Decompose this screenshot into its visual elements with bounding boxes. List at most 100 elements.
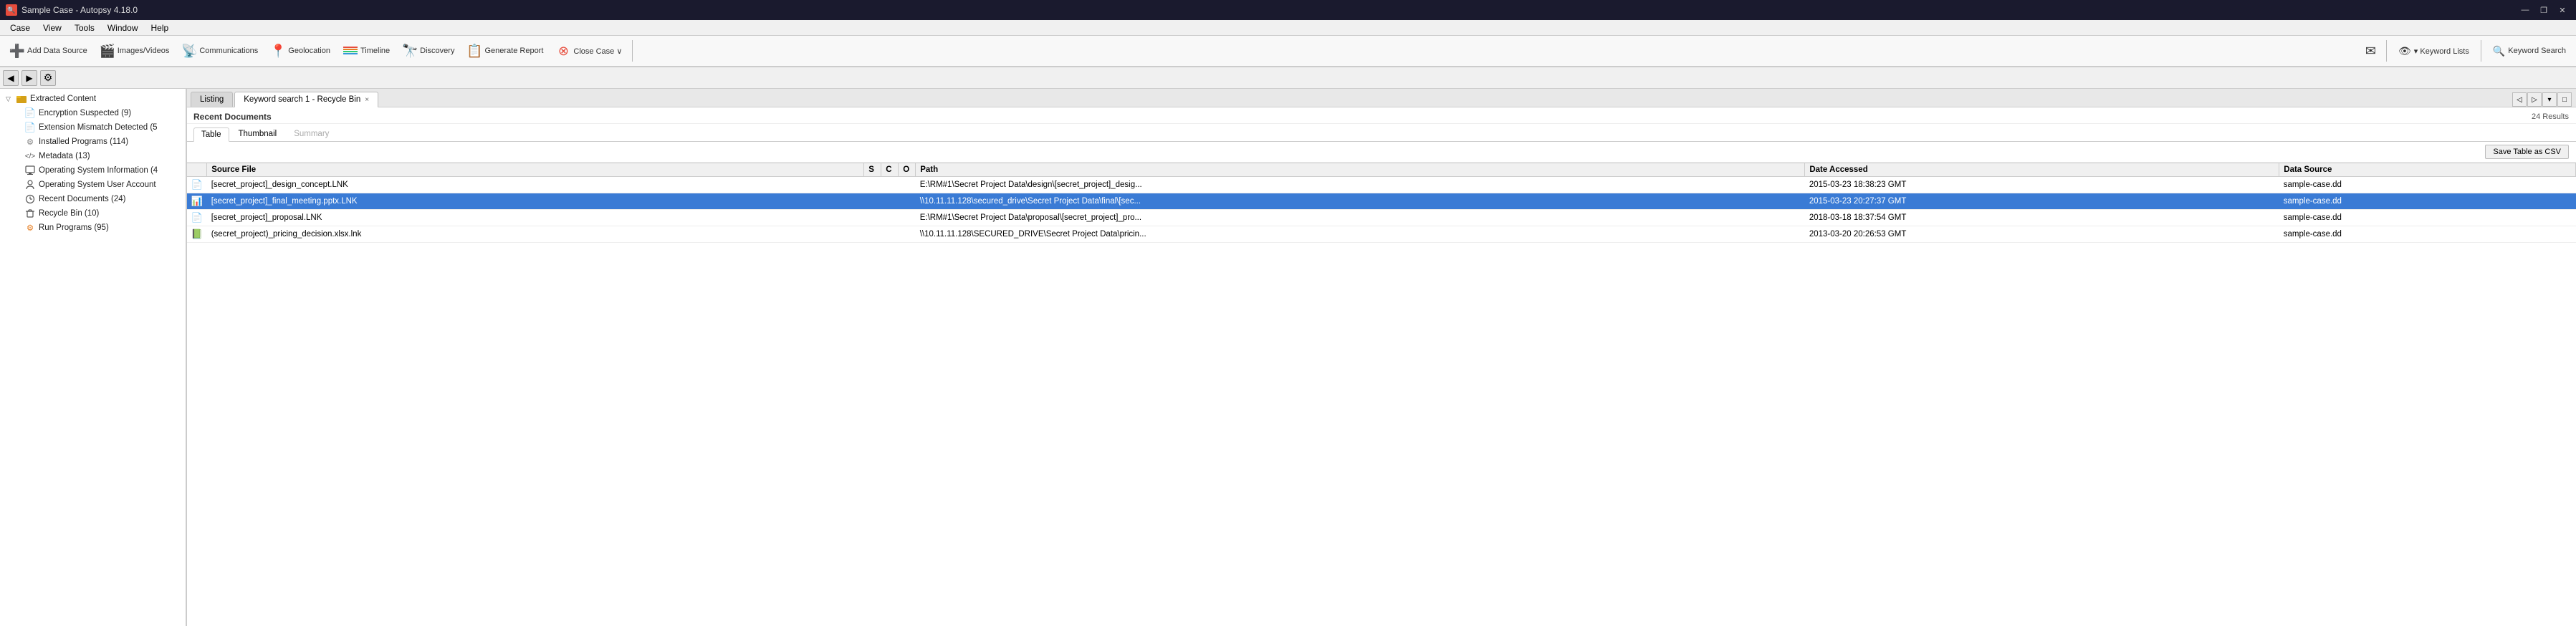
add-data-source-button[interactable]: ➕ Add Data Source xyxy=(4,42,93,60)
sidebar-item-run-programs-label: Run Programs (95) xyxy=(39,223,109,232)
settings-gear-button[interactable]: ⚙ xyxy=(40,70,56,86)
sub-tab-table[interactable]: Table xyxy=(193,127,229,142)
email-button[interactable]: ✉ xyxy=(2361,42,2380,61)
trash-icon-recycle xyxy=(24,208,36,219)
sidebar-item-os-info-label: Operating System Information (4 xyxy=(39,166,158,175)
communications-label: Communications xyxy=(199,47,258,55)
expand-arrow-extracted-content: ▽ xyxy=(6,95,13,103)
images-videos-icon: 🎬 xyxy=(100,44,115,58)
sidebar-item-os-user-account-label: Operating System User Account xyxy=(39,180,156,189)
communications-button[interactable]: 📡 Communications xyxy=(176,42,264,60)
minimize-button[interactable]: — xyxy=(2517,4,2533,16)
row1-s xyxy=(864,177,881,193)
row1-source-file: [secret_project]_design_concept.LNK xyxy=(207,177,864,193)
code-icon-metadata: </> xyxy=(24,150,36,162)
geolocation-label: Geolocation xyxy=(288,47,330,55)
sidebar-item-metadata[interactable]: ▷ </> Metadata (13) xyxy=(0,149,186,163)
menu-bar: Case View Tools Window Help xyxy=(0,20,2576,36)
sidebar-item-installed-programs[interactable]: ▷ ⚙ Installed Programs (114) xyxy=(0,135,186,149)
discovery-button[interactable]: 🔭 Discovery xyxy=(397,42,460,60)
row4-c xyxy=(881,226,899,243)
page-new-button[interactable]: □ xyxy=(2557,92,2572,107)
window-controls[interactable]: — ❐ ✕ xyxy=(2517,4,2570,16)
row2-date-accessed: 2015-03-23 20:27:37 GMT xyxy=(1805,193,2279,210)
th-o[interactable]: O xyxy=(899,163,916,177)
sidebar: ▽ Extracted Content ▷ 📄 Encryption Suspe… xyxy=(0,89,186,626)
row2-c xyxy=(881,193,899,210)
toolbar-separator-1 xyxy=(632,40,633,62)
sidebar-item-encryption-suspected[interactable]: ▷ 📄 Encryption Suspected (9) xyxy=(0,106,186,120)
sidebar-item-extracted-content[interactable]: ▽ Extracted Content xyxy=(0,92,186,106)
row1-o xyxy=(899,177,916,193)
table-row[interactable]: 📗 (secret_project)_pricing_decision.xlsx… xyxy=(187,226,2576,243)
row3-path: E:\RM#1\Secret Project Data\proposal\[se… xyxy=(916,210,1805,226)
menu-view[interactable]: View xyxy=(37,21,67,34)
sidebar-item-recent-documents[interactable]: ▷ Recent Documents (24) xyxy=(0,192,186,206)
th-path[interactable]: Path xyxy=(916,163,1805,177)
tab-listing[interactable]: Listing xyxy=(191,92,233,107)
keyword-lists-button[interactable]: 👁 ▾ Keyword Lists xyxy=(2393,43,2475,59)
communications-icon: 📡 xyxy=(182,44,196,58)
table-container[interactable]: Source File S C O Path xyxy=(186,163,2576,626)
gear-icon-installed: ⚙ xyxy=(24,136,36,148)
row2-data-source: sample-case.dd xyxy=(2279,193,2576,210)
page-prev-button[interactable]: ◁ xyxy=(2512,92,2527,107)
row4-path: \\10.11.11.128\SECURED_DRIVE\Secret Proj… xyxy=(916,226,1805,243)
timeline-button[interactable]: Timeline xyxy=(337,42,396,60)
th-s[interactable]: S xyxy=(864,163,881,177)
sidebar-item-extension-mismatch[interactable]: ▷ 📄 Extension Mismatch Detected (5 xyxy=(0,120,186,135)
close-case-button[interactable]: ⊗ Close Case ∨ xyxy=(550,42,628,60)
back-button[interactable]: ◀ xyxy=(3,70,19,86)
geolocation-icon: 📍 xyxy=(271,44,285,58)
row3-s xyxy=(864,210,881,226)
maximize-button[interactable]: ❐ xyxy=(2536,4,2552,16)
doc-icon-extension: 📄 xyxy=(24,122,36,133)
menu-help[interactable]: Help xyxy=(145,21,175,34)
page-next-button[interactable]: ▷ xyxy=(2527,92,2542,107)
forward-button[interactable]: ▶ xyxy=(21,70,37,86)
close-button[interactable]: ✕ xyxy=(2555,4,2570,16)
row4-date-accessed: 2013-03-20 20:26:53 GMT xyxy=(1805,226,2279,243)
th-data-source[interactable]: Data Source xyxy=(2279,163,2576,177)
row2-icon-cell: 📊 xyxy=(187,193,207,210)
generate-report-button[interactable]: 📋 Generate Report xyxy=(461,42,549,60)
keyword-search-label: Keyword Search xyxy=(2508,47,2566,55)
sidebar-item-recycle-bin[interactable]: ▷ Recycle Bin (10) xyxy=(0,206,186,221)
keyword-search-button[interactable]: 🔍 Keyword Search xyxy=(2487,43,2572,59)
tab-keyword-search[interactable]: Keyword search 1 - Recycle Bin × xyxy=(234,92,378,107)
pptx-icon-2: 📊 xyxy=(191,196,203,206)
geolocation-button[interactable]: 📍 Geolocation xyxy=(265,42,336,60)
sidebar-item-os-info[interactable]: ▷ Operating System Information (4 xyxy=(0,163,186,178)
page-dropdown-button[interactable]: ▾ xyxy=(2542,92,2557,107)
sub-tab-thumbnail[interactable]: Thumbnail xyxy=(231,127,285,141)
sidebar-item-run-programs[interactable]: ▷ ⚙ Run Programs (95) xyxy=(0,221,186,235)
main-layout: ▽ Extracted Content ▷ 📄 Encryption Suspe… xyxy=(0,89,2576,626)
sidebar-item-encryption-suspected-label: Encryption Suspected (9) xyxy=(39,109,131,117)
menu-tools[interactable]: Tools xyxy=(69,21,100,34)
save-csv-button[interactable]: Save Table as CSV xyxy=(2485,145,2569,159)
table-row[interactable]: 📊 [secret_project]_final_meeting.pptx.LN… xyxy=(187,193,2576,210)
toolbar-right: ✉ 👁 ▾ Keyword Lists 🔍 Keyword Search xyxy=(2361,40,2572,62)
images-videos-button[interactable]: 🎬 Images/Videos xyxy=(95,42,176,60)
tab-close-button[interactable]: × xyxy=(365,96,369,104)
discovery-label: Discovery xyxy=(420,47,454,55)
person-icon-user xyxy=(24,179,36,191)
row3-icon-cell: 📄 xyxy=(187,210,207,226)
sub-tab-table-label: Table xyxy=(201,130,221,139)
sub-tab-thumbnail-label: Thumbnail xyxy=(239,130,277,138)
menu-case[interactable]: Case xyxy=(4,21,36,34)
th-date-accessed[interactable]: Date Accessed xyxy=(1805,163,2279,177)
toolbar-separator-2 xyxy=(2386,40,2387,62)
close-case-icon: ⊗ xyxy=(556,44,570,58)
sidebar-item-os-user-account[interactable]: ▷ Operating System User Account xyxy=(0,178,186,192)
table-header-row: Source File S C O Path xyxy=(187,163,2576,177)
menu-window[interactable]: Window xyxy=(102,21,144,34)
table-row[interactable]: 📄 [secret_project]_design_concept.LNK E:… xyxy=(187,177,2576,193)
th-source-file[interactable]: Source File xyxy=(207,163,864,177)
row1-c xyxy=(881,177,899,193)
sub-tab-summary-label: Summary xyxy=(294,130,329,138)
app-title: Sample Case - Autopsy 4.18.0 xyxy=(21,5,138,15)
row4-source-file: (secret_project)_pricing_decision.xlsx.l… xyxy=(207,226,864,243)
table-row[interactable]: 📄 [secret_project]_proposal.LNK E:\RM#1\… xyxy=(187,210,2576,226)
th-c[interactable]: C xyxy=(881,163,899,177)
